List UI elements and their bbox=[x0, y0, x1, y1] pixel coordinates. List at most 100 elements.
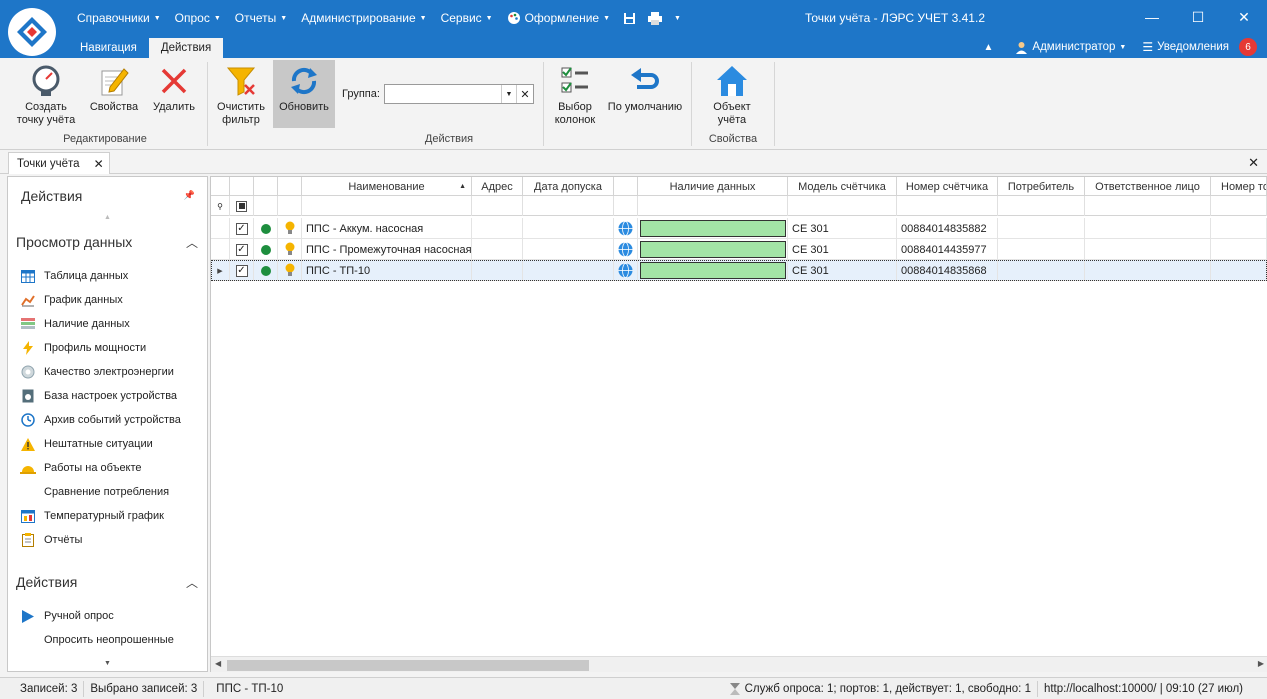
clear-icon[interactable]: ✕ bbox=[515, 85, 533, 103]
status-services[interactable]: Служб опроса: 1; портов: 1, действует: 1… bbox=[723, 681, 1038, 697]
col-admission-date[interactable]: Дата допуска bbox=[523, 177, 614, 196]
minimize-button[interactable]: — bbox=[1129, 0, 1175, 34]
reset-default-button[interactable]: По умолчанию bbox=[604, 60, 686, 128]
state-cell bbox=[278, 239, 302, 260]
menu-administration[interactable]: Администрирование ▼ bbox=[294, 10, 433, 26]
row-checkbox[interactable]: ✓ bbox=[235, 222, 248, 235]
filter-cell[interactable] bbox=[897, 196, 998, 216]
filter-cell[interactable] bbox=[788, 196, 897, 216]
menu-directories[interactable]: Справочники ▼ bbox=[70, 10, 168, 26]
clear-filter-button[interactable]: Очистить фильтр bbox=[212, 60, 270, 128]
print-button[interactable] bbox=[642, 10, 668, 26]
filter-cell[interactable] bbox=[302, 196, 472, 216]
side-item-event-archive[interactable]: Архив событий устройства bbox=[20, 410, 181, 430]
cell-responsible bbox=[1085, 239, 1211, 260]
row-check-cell[interactable]: ✓ bbox=[230, 239, 254, 260]
close-button[interactable]: ✕ bbox=[1221, 0, 1267, 34]
col-globe[interactable] bbox=[614, 177, 638, 196]
side-item-data-table[interactable]: Таблица данных bbox=[20, 266, 128, 286]
filter-cell[interactable] bbox=[614, 196, 638, 216]
tab-navigation[interactable]: Навигация bbox=[68, 38, 149, 58]
scroll-left-icon[interactable]: ◀ bbox=[215, 659, 221, 668]
side-item-compare-consumption[interactable]: Сравнение потребления bbox=[20, 482, 169, 502]
filter-cell[interactable] bbox=[1211, 196, 1267, 216]
pin-icon[interactable]: 📌 bbox=[184, 190, 195, 201]
filter-cell[interactable] bbox=[523, 196, 614, 216]
section-view-data[interactable]: Просмотр данных ︿ bbox=[16, 234, 198, 251]
refresh-button[interactable]: Обновить bbox=[273, 60, 335, 128]
filter-cell[interactable] bbox=[278, 196, 302, 216]
group-combobox[interactable]: ▼ ✕ bbox=[383, 84, 534, 104]
filter-cell[interactable] bbox=[472, 196, 523, 216]
side-item-reports[interactable]: Отчёты bbox=[20, 530, 82, 550]
user-menu[interactable]: Администратор ▼ bbox=[1015, 41, 1126, 54]
app-logo[interactable] bbox=[8, 8, 56, 56]
collapse-ribbon-icon[interactable]: ▲ bbox=[984, 42, 994, 53]
status-cell bbox=[254, 239, 278, 260]
scroll-right-icon[interactable]: ▶ bbox=[1258, 659, 1264, 668]
menu-reports[interactable]: Отчеты ▼ bbox=[228, 10, 294, 26]
col-check[interactable] bbox=[230, 177, 254, 196]
horizontal-scrollbar[interactable]: ◀ ▶ bbox=[211, 656, 1267, 672]
account-object-button[interactable]: Объект учёта bbox=[700, 60, 764, 128]
col-meter-to[interactable]: Номер то bbox=[1211, 177, 1267, 196]
row-checkbox[interactable]: ✓ bbox=[235, 264, 248, 277]
filter-check[interactable] bbox=[230, 196, 254, 216]
delete-button[interactable]: Удалить bbox=[146, 60, 202, 128]
create-point-button[interactable]: Создать точку учёта bbox=[8, 60, 84, 128]
menu-appearance[interactable]: Оформление ▼ bbox=[500, 10, 617, 26]
side-item-site-works[interactable]: Работы на объекте bbox=[20, 458, 142, 478]
notifications-button[interactable]: ☰ Уведомления 6 bbox=[1142, 38, 1257, 56]
table-row[interactable]: ✓ ППС - Промежуточная насосная CE 301 00… bbox=[211, 239, 1267, 260]
col-name[interactable]: Наименование ▲ bbox=[302, 177, 472, 196]
side-item-power-profile[interactable]: Профиль мощности bbox=[20, 338, 146, 358]
section-actions[interactable]: Действия ︿ bbox=[16, 574, 198, 591]
side-item-emergency[interactable]: Нештатные ситуации bbox=[20, 434, 153, 454]
scrollbar-thumb[interactable] bbox=[227, 660, 589, 671]
close-icon[interactable]: ✕ bbox=[94, 157, 104, 171]
col-meter-number[interactable]: Номер счётчика bbox=[897, 177, 998, 196]
side-item-device-settings[interactable]: База настроек устройства bbox=[20, 386, 177, 406]
col-consumer[interactable]: Потребитель bbox=[998, 177, 1085, 196]
col-indicator bbox=[211, 177, 230, 196]
doc-tab-points[interactable]: Точки учёта ✕ bbox=[8, 152, 110, 174]
col-state[interactable] bbox=[278, 177, 302, 196]
filter-cell[interactable] bbox=[998, 196, 1085, 216]
undo-arrow-icon bbox=[628, 64, 662, 98]
quick-access-menu[interactable]: ▼ bbox=[668, 10, 687, 26]
table-row[interactable]: ✓ ППС - Аккум. насосная CE 301 008840148… bbox=[211, 218, 1267, 239]
filter-cell[interactable] bbox=[638, 196, 788, 216]
side-item-power-quality[interactable]: Качество электроэнергии bbox=[20, 362, 174, 382]
col-data-availability[interactable]: Наличие данных bbox=[638, 177, 788, 196]
col-status[interactable] bbox=[254, 177, 278, 196]
table-row[interactable]: ▶ ✓ ППС - ТП-10 CE 301 00884014835868 bbox=[211, 260, 1267, 281]
side-item-poll-unpolled[interactable]: Опросить неопрошенные bbox=[20, 630, 174, 650]
filter-cell[interactable] bbox=[1085, 196, 1211, 216]
indeterminate-checkbox[interactable] bbox=[236, 200, 247, 212]
col-address[interactable]: Адрес bbox=[472, 177, 523, 196]
side-item-data-chart[interactable]: График данных bbox=[20, 290, 123, 310]
side-item-data-availability[interactable]: Наличие данных bbox=[20, 314, 130, 334]
chevron-down-icon[interactable]: ▼ bbox=[500, 85, 516, 103]
close-all-icon[interactable]: ✕ bbox=[1248, 155, 1259, 171]
scroll-up-icon[interactable]: ▲ bbox=[104, 214, 111, 221]
cell-data-availability bbox=[638, 218, 788, 239]
choose-columns-button[interactable]: Выбор колонок bbox=[548, 60, 602, 128]
col-meter-model[interactable]: Модель счётчика bbox=[788, 177, 897, 196]
row-check-cell[interactable]: ✓ bbox=[230, 218, 254, 239]
filter-pin[interactable]: ⚲ bbox=[211, 196, 230, 216]
filter-cell[interactable] bbox=[254, 196, 278, 216]
save-layout-button[interactable] bbox=[617, 10, 642, 26]
properties-button[interactable]: Свойства bbox=[86, 60, 142, 128]
menu-service[interactable]: Сервис ▼ bbox=[434, 10, 500, 26]
row-checkbox[interactable]: ✓ bbox=[235, 243, 248, 256]
scroll-down-icon[interactable]: ▼ bbox=[104, 660, 111, 667]
menu-poll[interactable]: Опрос ▼ bbox=[168, 10, 228, 26]
maximize-button[interactable]: ☐ bbox=[1175, 0, 1221, 34]
group-value[interactable] bbox=[385, 85, 501, 103]
tab-actions[interactable]: Действия bbox=[148, 38, 224, 58]
row-check-cell[interactable]: ✓ bbox=[230, 260, 254, 281]
col-responsible[interactable]: Ответственное лицо bbox=[1085, 177, 1211, 196]
side-item-manual-poll[interactable]: Ручной опрос bbox=[20, 606, 114, 626]
side-item-temperature-chart[interactable]: Температурный график bbox=[20, 506, 164, 526]
